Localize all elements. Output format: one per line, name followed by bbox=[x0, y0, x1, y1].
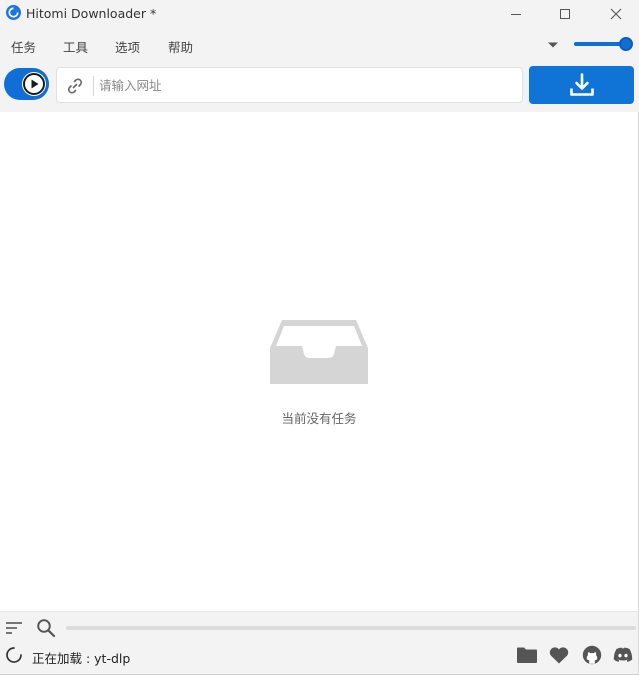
loading-spinner-icon bbox=[6, 647, 22, 663]
maximize-button[interactable] bbox=[542, 0, 588, 28]
menu-item-help[interactable]: 帮助 bbox=[168, 37, 193, 56]
github-icon[interactable] bbox=[581, 645, 603, 665]
chevron-down-icon[interactable] bbox=[547, 41, 559, 49]
maximize-icon bbox=[560, 9, 570, 19]
start-toggle[interactable] bbox=[4, 68, 49, 100]
volume-slider-thumb[interactable] bbox=[619, 37, 633, 51]
title-bar[interactable]: Hitomi Downloader * bbox=[0, 0, 639, 28]
menu-item-tools[interactable]: 工具 bbox=[63, 37, 88, 56]
close-button[interactable] bbox=[593, 0, 639, 28]
empty-message: 当前没有任务 bbox=[281, 411, 357, 426]
url-box bbox=[56, 67, 523, 103]
status-text: 正在加载 : yt-dlp bbox=[32, 651, 131, 666]
minimize-button[interactable] bbox=[493, 0, 539, 28]
discord-icon[interactable] bbox=[612, 645, 634, 665]
search-field[interactable] bbox=[66, 626, 636, 630]
heart-icon[interactable] bbox=[548, 645, 570, 665]
menu-bar: 任务 工具 选项 帮助 bbox=[0, 28, 639, 60]
menu-item-tasks[interactable]: 任务 bbox=[11, 37, 36, 56]
url-input[interactable] bbox=[99, 69, 514, 101]
toggle-knob bbox=[22, 72, 46, 96]
download-button[interactable] bbox=[529, 66, 634, 104]
window-title: Hitomi Downloader * bbox=[26, 6, 157, 21]
app-window: Hitomi Downloader * 任务 工具 选项 帮助 请输入网址 当前… bbox=[0, 0, 639, 675]
app-icon bbox=[6, 5, 21, 20]
link-icon bbox=[68, 78, 82, 94]
menu-item-options[interactable]: 选项 bbox=[115, 37, 140, 56]
folder-icon[interactable] bbox=[516, 645, 538, 665]
search-icon[interactable] bbox=[36, 618, 56, 638]
url-separator bbox=[93, 76, 94, 96]
download-icon bbox=[569, 73, 594, 96]
close-icon bbox=[610, 8, 622, 20]
inbox-tray-icon bbox=[270, 320, 368, 384]
sort-filter-icon[interactable] bbox=[5, 620, 23, 636]
minimize-icon bbox=[511, 14, 521, 15]
play-icon bbox=[23, 73, 45, 95]
